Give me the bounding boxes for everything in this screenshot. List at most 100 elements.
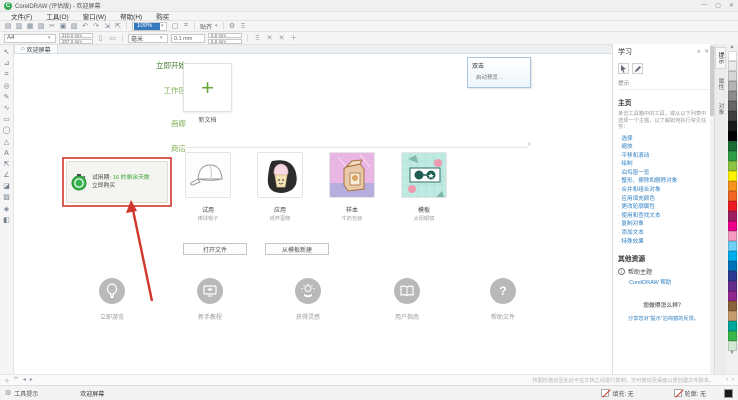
palette-swatch-8[interactable] bbox=[728, 131, 737, 141]
palette-swatch-13[interactable] bbox=[728, 181, 737, 191]
close-icon[interactable]: ✕ bbox=[729, 2, 734, 9]
menu-item-2[interactable]: 窗口(W) bbox=[76, 11, 113, 21]
paste-icon[interactable]: ▨ bbox=[69, 22, 79, 30]
palette-swatch-18[interactable] bbox=[728, 231, 737, 241]
hint-link-12[interactable]: 特殊效果 bbox=[618, 238, 709, 247]
hint-link-4[interactable]: 泊坞窗一览 bbox=[618, 169, 709, 178]
chevron-right-icon[interactable]: › bbox=[528, 139, 531, 148]
minimize-icon[interactable]: — bbox=[701, 2, 707, 9]
fill-indicator[interactable]: 填充: 无 bbox=[601, 389, 633, 398]
text-tool[interactable]: A bbox=[4, 150, 9, 157]
hint-link-8[interactable]: 更改轮廓属性 bbox=[618, 203, 709, 212]
palette-swatch-23[interactable] bbox=[728, 281, 737, 291]
nav-item-0[interactable]: 立即开始 bbox=[94, 60, 186, 71]
palette-swatch-22[interactable] bbox=[728, 271, 737, 281]
docker-close-icon[interactable]: ✕ bbox=[704, 49, 709, 55]
palette-swatch-0[interactable] bbox=[728, 51, 737, 61]
shortcut-help[interactable]: ? 帮助文件 bbox=[470, 278, 536, 321]
hscroll-left-icon[interactable]: ‹ bbox=[726, 377, 728, 383]
page-height-field[interactable]: 297.0 mm bbox=[59, 39, 93, 44]
open-icon[interactable]: ▥ bbox=[14, 22, 24, 30]
palette-swatch-17[interactable] bbox=[728, 221, 737, 231]
nav-item-1[interactable]: 工作区 bbox=[94, 85, 186, 96]
delete-x-icon[interactable]: ✕ bbox=[265, 34, 274, 42]
show-rulers-icon[interactable]: ⌗ bbox=[181, 22, 191, 30]
palette-swatch-14[interactable] bbox=[728, 191, 737, 201]
export-icon[interactable]: ⇱ bbox=[113, 22, 123, 30]
palette-swatch-4[interactable] bbox=[728, 91, 737, 101]
redo-icon[interactable]: ↷ bbox=[91, 22, 101, 30]
palette-swatch-25[interactable] bbox=[728, 301, 737, 311]
hint-link-11[interactable]: 添加文本 bbox=[618, 229, 709, 238]
trial-status-box[interactable]: 试用期: 16 的剩余天数 立即购买 bbox=[66, 161, 168, 203]
page-pen-icon[interactable]: ⌲ bbox=[14, 376, 19, 385]
nav-item-3[interactable]: 商店 bbox=[94, 143, 186, 154]
palette-swatch-1[interactable] bbox=[728, 61, 737, 71]
freehand-tool[interactable]: ✎ bbox=[4, 94, 10, 101]
menu-item-3[interactable]: 帮助(H) bbox=[113, 11, 149, 21]
ellipse-tool[interactable]: ◯ bbox=[3, 127, 11, 134]
options-gear-icon[interactable]: ⚙ bbox=[227, 22, 237, 30]
template-card-cupcake[interactable]: 应用 纸杯蛋糕 bbox=[257, 152, 303, 222]
maximize-icon[interactable]: ▢ bbox=[715, 2, 721, 9]
application-launcher-icon[interactable]: Ξ bbox=[238, 23, 248, 30]
nudge-distance-field[interactable]: 0.1 mm bbox=[171, 34, 205, 43]
coreldraw-help-link[interactable]: CorelDRAW 帮助 bbox=[629, 278, 709, 286]
shadow-tool[interactable]: ◪ bbox=[3, 183, 10, 190]
palette-swatch-27[interactable] bbox=[728, 321, 737, 331]
shortcut-inspiration[interactable]: 获得灵感 bbox=[275, 278, 341, 321]
prev-page-icon[interactable]: ◂ bbox=[23, 376, 26, 385]
template-card-glasses[interactable]: 模板 太阳眼镜 bbox=[401, 152, 447, 222]
palette-swatch-7[interactable] bbox=[728, 121, 737, 131]
import-icon[interactable]: ⇲ bbox=[102, 22, 112, 30]
template-card-cap[interactable]: 试用 棒球帽子 bbox=[185, 152, 231, 222]
palette-swatch-2[interactable] bbox=[728, 71, 737, 81]
crop-tool[interactable]: ⌗ bbox=[5, 71, 9, 78]
add-page-icon[interactable]: ＋ bbox=[4, 376, 10, 385]
hint-link-7[interactable]: 应用填充颜色 bbox=[618, 195, 709, 204]
duplicate-y-field[interactable]: 5.0 mm bbox=[208, 39, 242, 44]
shortcut-user-guide[interactable]: 用户指南 bbox=[374, 278, 440, 321]
hint-edit-button[interactable] bbox=[632, 63, 643, 74]
menu-item-4[interactable]: 购买 bbox=[149, 11, 176, 21]
palette-swatch-15[interactable] bbox=[728, 201, 737, 211]
status-gear-icon[interactable]: ⚙ bbox=[5, 389, 11, 397]
menu-item-1[interactable]: 工具(O) bbox=[39, 11, 75, 21]
page-size-combo[interactable]: A4 ▾ bbox=[4, 34, 56, 43]
palette-swatch-16[interactable] bbox=[728, 211, 737, 221]
palette-swatch-20[interactable] bbox=[728, 251, 737, 261]
hscroll-right-icon[interactable]: › bbox=[732, 377, 734, 383]
add-icon[interactable]: ＋ bbox=[289, 33, 298, 43]
save-icon[interactable]: ▦ bbox=[25, 22, 35, 30]
palette-swatch-26[interactable] bbox=[728, 311, 737, 321]
transparency-tool[interactable]: ▨ bbox=[3, 194, 10, 201]
artistic-media-tool[interactable]: ∿ bbox=[4, 105, 10, 112]
delete-x2-icon[interactable]: ✕ bbox=[277, 34, 286, 42]
docker-tab-对象[interactable]: 对象 bbox=[716, 99, 725, 119]
palette-swatch-9[interactable] bbox=[728, 141, 737, 151]
hint-link-6[interactable]: 合并和组合对象 bbox=[618, 186, 709, 195]
new-document-card[interactable]: + bbox=[183, 63, 232, 112]
portrait-icon[interactable]: ▯ bbox=[96, 34, 105, 42]
options-bar-icon[interactable]: Ξ bbox=[253, 35, 262, 42]
palette-scroll-down-icon[interactable]: ▼ bbox=[730, 351, 735, 357]
hint-link-3[interactable]: 绘制 bbox=[618, 160, 709, 169]
zoom-level-combo[interactable]: 100% ▾ bbox=[132, 22, 167, 31]
hint-link-1[interactable]: 缩放 bbox=[618, 143, 709, 152]
palette-swatch-21[interactable] bbox=[728, 261, 737, 271]
hint-link-9[interactable]: 使用和查找文本 bbox=[618, 212, 709, 221]
nav-item-2[interactable]: 画廊 bbox=[94, 118, 186, 129]
connector-tool[interactable]: ∠ bbox=[3, 172, 9, 179]
new-document-icon[interactable]: ▤ bbox=[3, 22, 13, 30]
palette-scroll-up-icon[interactable]: ▲ bbox=[730, 45, 735, 51]
units-combo[interactable]: 毫米 ▾ bbox=[128, 34, 168, 43]
palette-swatch-24[interactable] bbox=[728, 291, 737, 301]
palette-swatch-10[interactable] bbox=[728, 151, 737, 161]
hint-link-2[interactable]: 平移和滚动 bbox=[618, 152, 709, 161]
hint-link-0[interactable]: 选择 bbox=[618, 135, 709, 144]
palette-swatch-3[interactable] bbox=[728, 81, 737, 91]
undo-icon[interactable]: ↶ bbox=[80, 22, 90, 30]
page-width-field[interactable]: 210.0 mm bbox=[59, 33, 93, 38]
hint-link-5[interactable]: 整形、擦除和删除对象 bbox=[618, 177, 709, 186]
shape-tool[interactable]: ⊿ bbox=[4, 60, 10, 67]
